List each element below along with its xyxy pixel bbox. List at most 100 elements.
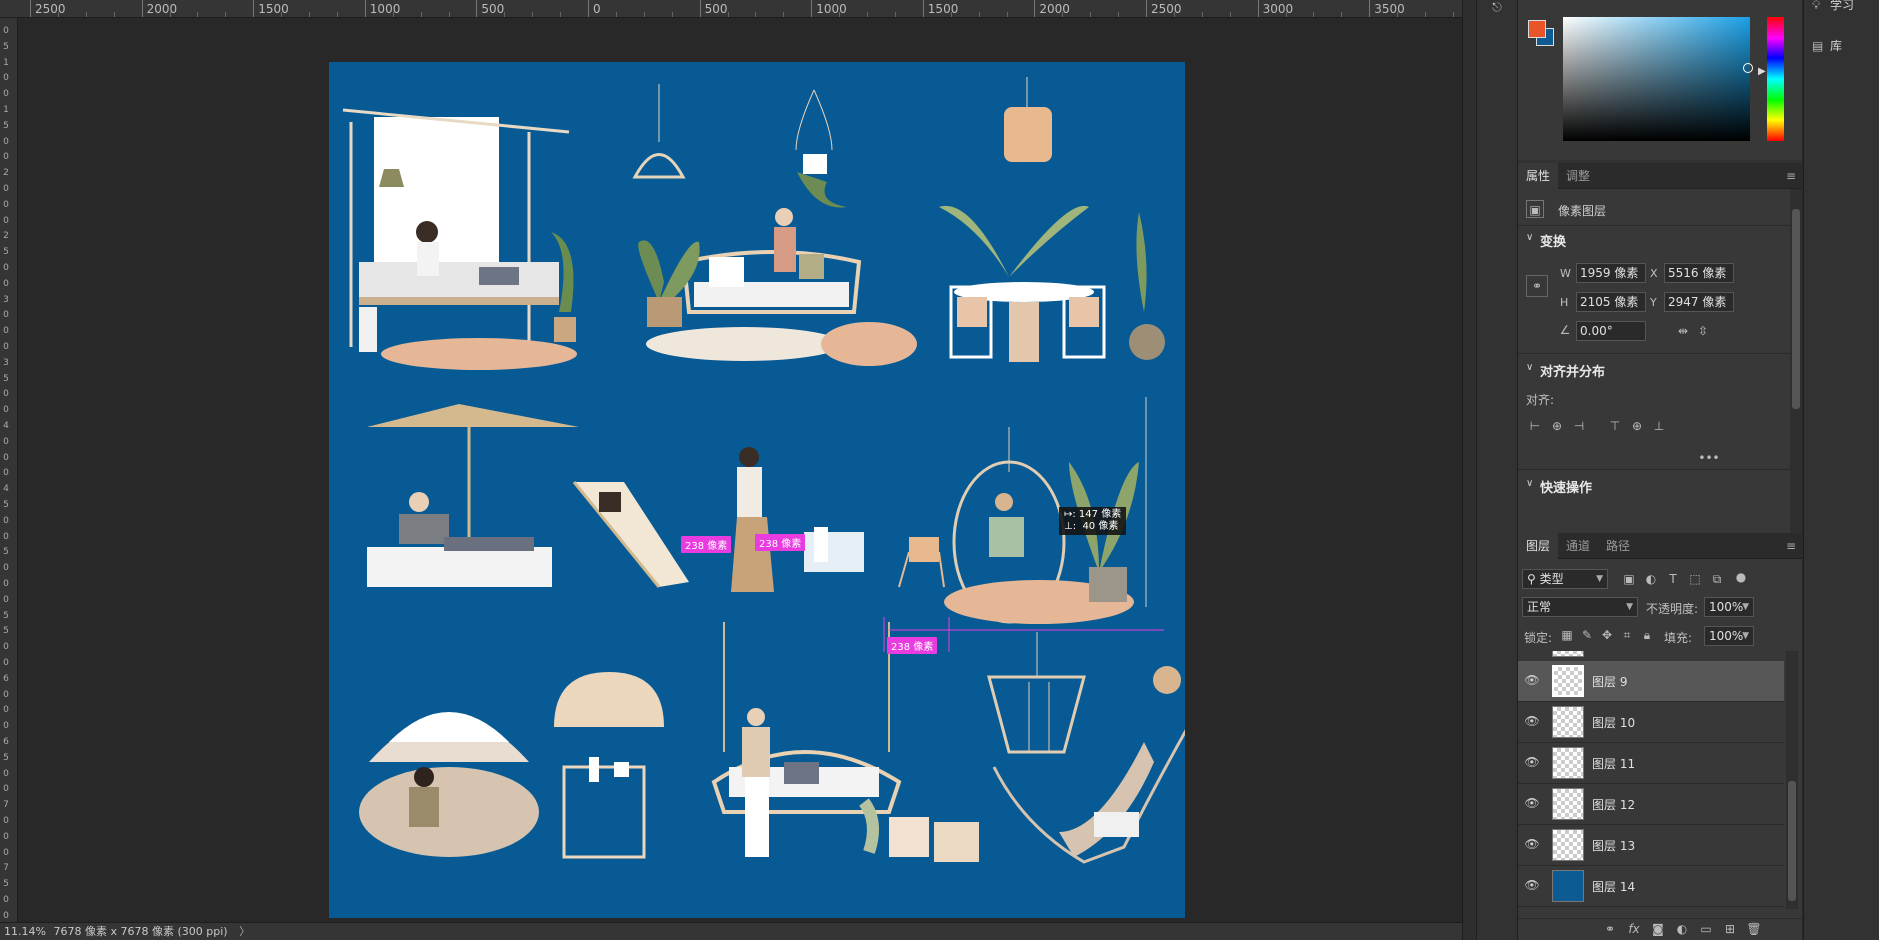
filter-smart-object-icon[interactable]: ⧉ [1708,570,1726,588]
panel-menu-icon[interactable]: ≡ [1786,169,1796,183]
ruler-tick-label: 0 [3,199,9,210]
align-top-icon[interactable]: ⊤ [1606,417,1624,435]
ruler-tick-label: 2500 [1151,2,1182,16]
filter-text-icon[interactable]: T [1664,570,1682,588]
lock-all-icon[interactable]: 🔒︎ [1638,626,1656,644]
libraries-button[interactable]: ▤ 库 [1812,33,1842,59]
chevron-down-icon[interactable]: ∨ [1526,232,1533,243]
lock-artboard-icon[interactable]: ⌗ [1618,626,1636,644]
layer-thumbnail [1552,829,1584,861]
ruler-tick-label: 0 [3,721,9,732]
layer-name[interactable]: 图层 14 [1592,878,1635,895]
status-menu-arrow-icon[interactable]: 〉 [239,925,250,938]
align-middle-v-icon[interactable]: ⊕ [1628,417,1646,435]
visibility-eye-icon[interactable]: 👁︎ [1524,878,1540,894]
delete-layer-icon[interactable]: 🗑︎ [1746,922,1762,938]
flip-vertical-icon[interactable]: ⇳ [1694,322,1712,340]
quick-actions-header[interactable]: ∨ 快速操作 [1518,477,1790,497]
panel-icon-strip: ⎋ [1476,0,1518,940]
layer-name[interactable]: 图层 13 [1592,837,1635,854]
chevron-down-icon[interactable]: ∨ [1526,362,1533,373]
tab-paths[interactable]: 路径 [1598,533,1638,559]
color-picker-handle[interactable] [1743,63,1753,73]
layer-filter-dropdown[interactable]: ⚲ 类型 ▼ [1522,569,1608,589]
more-options-icon[interactable]: ••• [1696,449,1722,467]
layer-row[interactable]: 👁︎ 图层 14 [1518,866,1784,907]
ruler-tick: 1000 [811,0,847,17]
tab-layers[interactable]: 图层 [1518,533,1559,559]
fx-icon[interactable]: fx [1626,922,1642,938]
horizontal-ruler[interactable]: 2500 2000 1500 1000 500 0 500 1000 1500 2000 2500 3… [0,0,1462,18]
align-center-h-icon[interactable]: ⊕ [1548,417,1566,435]
workspace-vertical-scrollbar[interactable] [1462,0,1476,940]
adjustment-layer-icon[interactable]: ◐ [1674,922,1690,938]
opacity-field[interactable]: 100% ▼ [1704,597,1754,617]
layer-row[interactable]: 👁︎ 图层 11 [1518,743,1784,784]
document-canvas[interactable]: 238 像素 238 像素 238 像素 ↦: 147 像素 ⊥: 40 像素 [329,62,1185,918]
quick-actions-title: 快速操作 [1540,481,1593,496]
history-icon[interactable]: ⎋ [1487,0,1507,16]
fill-label: 填充: [1664,631,1693,645]
visibility-eye-icon[interactable]: 👁︎ [1524,796,1540,812]
flip-horizontal-icon[interactable]: ⇹ [1674,322,1692,340]
transform-section-header[interactable]: ∨ 变换 [1518,231,1790,251]
layers-scrollbar[interactable] [1786,651,1798,909]
blend-mode-dropdown[interactable]: 正常 ▼ [1522,597,1638,617]
layer-name[interactable]: 图层 9 [1592,673,1627,690]
align-section-header[interactable]: ∨ 对齐并分布 [1518,361,1790,381]
visibility-eye-icon[interactable]: 👁︎ [1524,673,1540,689]
document-workspace[interactable]: 238 像素 238 像素 238 像素 ↦: 147 像素 ⊥: 40 像素 [19,19,1462,922]
add-mask-icon[interactable]: ◙ [1650,922,1666,938]
link-layers-icon[interactable]: ⚭ [1602,922,1618,938]
layer-row[interactable]: 👁︎ 图层 13 [1518,825,1784,866]
new-group-icon[interactable]: ▭ [1698,922,1714,938]
align-right-icon[interactable]: ⊣ [1570,417,1588,435]
lock-position-icon[interactable]: ✥ [1598,626,1616,644]
layer-name[interactable]: 图层 11 [1592,755,1635,772]
hue-slider[interactable] [1767,17,1784,141]
filter-shape-icon[interactable]: ⬚ [1686,570,1704,588]
layer-name[interactable]: 图层 12 [1592,796,1635,813]
x-position-field[interactable]: 5516 像素 [1664,263,1734,283]
learn-button[interactable]: 💡︎ 学习 [1812,0,1854,18]
new-layer-icon[interactable]: ⊞ [1722,922,1738,938]
ruler-tick-label: 2000 [1039,2,1070,16]
panel-menu-icon[interactable]: ≡ [1786,539,1796,553]
link-icon[interactable]: ⚭ [1526,275,1548,297]
layer-row[interactable]: 👁︎ 图层 10 [1518,702,1784,743]
lock-image-icon[interactable]: ✎ [1578,626,1596,644]
tab-channels[interactable]: 通道 [1558,533,1598,559]
width-field[interactable]: 1959 像素 [1576,263,1646,283]
visibility-eye-icon[interactable]: 👁︎ [1524,837,1540,853]
ruler-tick-label: 0 [3,326,9,337]
vertical-ruler[interactable]: 0510015002000250030003500400045005000550… [0,18,18,922]
ruler-tick-label: 0 [3,136,9,147]
height-field[interactable]: 2105 像素 [1576,292,1646,312]
fill-field[interactable]: 100% ▼ [1704,626,1754,646]
search-icon: ⚲ [1527,572,1536,586]
layer-row[interactable]: 👁︎ 图层 12 [1518,784,1784,825]
layer-name[interactable]: 图层 10 [1592,714,1635,731]
pendant-lamps-illustration [632,77,1052,208]
tab-adjustments[interactable]: 调整 [1558,163,1598,189]
zoom-level[interactable]: 11.14% [4,923,50,940]
chevron-down-icon[interactable]: ∨ [1526,478,1533,489]
visibility-eye-icon[interactable]: 👁︎ [1524,755,1540,771]
align-bottom-icon[interactable]: ⊥ [1650,417,1668,435]
ruler-tick-label: 0 [3,910,9,921]
hue-slider-arrow-icon[interactable]: ▶ [1758,66,1766,77]
color-picker-field[interactable] [1563,17,1753,141]
angle-field[interactable]: 0.00° [1576,321,1646,341]
align-left-icon[interactable]: ⊢ [1526,417,1544,435]
document-info[interactable]: 7678 像素 x 7678 像素 (300 ppi) [54,925,228,938]
foreground-color-swatch[interactable] [1528,20,1546,38]
layer-row[interactable]: 👁︎ 图层 9 [1518,661,1784,702]
tab-properties[interactable]: 属性 [1518,163,1559,189]
lock-transparent-icon[interactable]: ▦ [1558,626,1576,644]
visibility-eye-icon[interactable]: 👁︎ [1524,714,1540,730]
filter-pixel-icon[interactable]: ▣ [1620,570,1638,588]
filter-toggle-icon[interactable]: ● [1732,568,1750,586]
properties-scrollbar[interactable] [1790,189,1802,535]
filter-adjustment-icon[interactable]: ◐ [1642,570,1660,588]
y-position-field[interactable]: 2947 像素 [1664,292,1734,312]
